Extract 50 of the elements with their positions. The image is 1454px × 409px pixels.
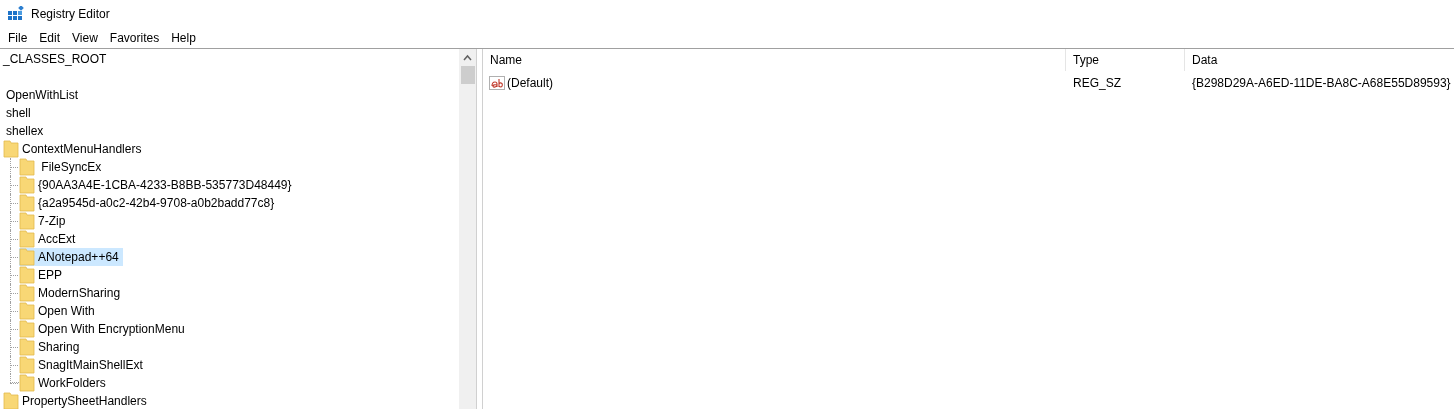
window-title: Registry Editor bbox=[31, 6, 110, 23]
folder-icon bbox=[3, 140, 19, 158]
tree-item[interactable]: ANotepad++64 bbox=[19, 248, 123, 266]
folder-icon bbox=[19, 356, 35, 374]
menu-item[interactable]: Favorites bbox=[103, 29, 166, 47]
folder-icon bbox=[19, 374, 35, 392]
tree-item[interactable]: AccExt bbox=[19, 230, 80, 248]
tree-item[interactable]: 7-Zip bbox=[19, 212, 70, 230]
folder-icon bbox=[19, 212, 35, 230]
folder-icon bbox=[19, 248, 35, 266]
tree-item[interactable]: PropertySheetHandlers bbox=[3, 392, 151, 409]
scrollbar[interactable] bbox=[459, 49, 476, 409]
folder-icon bbox=[3, 392, 19, 409]
tree-item[interactable]: EPP bbox=[19, 266, 66, 284]
tree-item[interactable]: Open With bbox=[19, 302, 99, 320]
tree-item[interactable]: FileSyncEx bbox=[19, 158, 106, 176]
value-name[interactable]: (Default) bbox=[507, 74, 553, 92]
value-type: REG_SZ bbox=[1072, 75, 1122, 92]
scroll-thumb[interactable] bbox=[460, 66, 475, 84]
tree-item[interactable]: shellex bbox=[6, 122, 48, 140]
menu-item[interactable]: Help bbox=[165, 29, 202, 47]
value-data: {B298D29A-A6ED-11DE-BA8C-A68E55D89593} bbox=[1191, 75, 1451, 92]
folder-icon bbox=[19, 176, 35, 194]
folder-icon bbox=[19, 320, 35, 338]
tree-item[interactable]: Open With EncryptionMenu bbox=[19, 320, 189, 338]
tree-item[interactable]: Sharing bbox=[19, 338, 84, 356]
tree-item[interactable]: OpenWithList bbox=[6, 86, 83, 104]
menu-item[interactable]: View bbox=[66, 29, 104, 47]
registry-icon bbox=[8, 5, 25, 23]
column-header[interactable]: Type bbox=[1066, 49, 1185, 71]
tree-item[interactable]: {90AA3A4E-1CBA-4233-B8BB-535773D48449} bbox=[19, 176, 296, 194]
folder-icon bbox=[19, 338, 35, 356]
tree-item[interactable]: shell bbox=[6, 104, 35, 122]
column-header[interactable]: Name bbox=[483, 49, 1066, 71]
menu-item[interactable]: Edit bbox=[33, 29, 67, 47]
string-value-icon bbox=[489, 76, 505, 90]
tree-item[interactable]: ContextMenuHandlers bbox=[3, 140, 146, 158]
folder-icon bbox=[19, 230, 35, 248]
folder-icon bbox=[19, 158, 35, 176]
column-header[interactable]: Data bbox=[1185, 49, 1454, 71]
tree-item[interactable]: SnagItMainShellExt bbox=[19, 356, 147, 374]
tree-item[interactable]: ModernSharing bbox=[19, 284, 125, 302]
folder-icon bbox=[19, 266, 35, 284]
tree-item[interactable]: {a2a9545d-a0c2-42b4-9708-a0b2badd77c8} bbox=[19, 194, 279, 212]
folder-icon bbox=[19, 284, 35, 302]
menu-item[interactable]: File bbox=[2, 29, 34, 47]
tree-item[interactable]: _CLASSES_ROOT bbox=[3, 50, 111, 68]
folder-icon bbox=[19, 194, 35, 212]
folder-icon bbox=[19, 302, 35, 320]
tree-item[interactable]: WorkFolders bbox=[19, 374, 110, 392]
